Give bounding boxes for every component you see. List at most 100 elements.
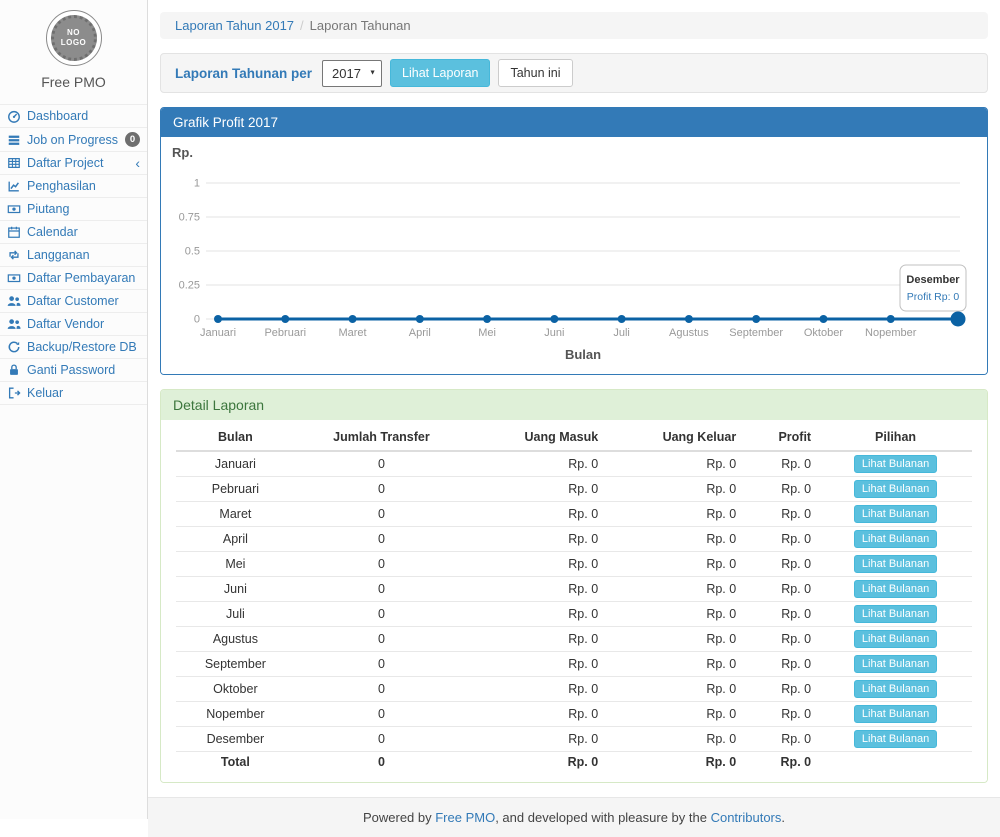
breadcrumb-link-laporan-tahun[interactable]: Laporan Tahun 2017 [175, 18, 294, 33]
sidebar-item-keluar[interactable]: Keluar [0, 382, 147, 405]
lihat-bulanan-button[interactable]: Lihat Bulanan [854, 580, 937, 598]
svg-text:Profit Rp: 0: Profit Rp: 0 [907, 291, 960, 303]
cell-jumlah-transfer: 0 [295, 677, 468, 702]
sidebar-item-langganan[interactable]: Langganan [0, 244, 147, 267]
cell-jumlah-transfer: 0 [295, 527, 468, 552]
sidebar-item-label: Ganti Password [27, 363, 115, 377]
lihat-bulanan-button[interactable]: Lihat Bulanan [854, 555, 937, 573]
lihat-bulanan-button[interactable]: Lihat Bulanan [854, 480, 937, 498]
cell-profit: Rp. 0 [744, 577, 819, 602]
cell-pilihan: Lihat Bulanan [819, 702, 972, 727]
dashboard-icon [7, 109, 21, 123]
sidebar-item-daftar-vendor[interactable]: Daftar Vendor [0, 313, 147, 336]
sidebar-item-label: Piutang [27, 202, 69, 216]
data-point[interactable] [214, 315, 222, 323]
svg-text:Maret: Maret [338, 327, 366, 339]
column-header-bulan: Bulan [176, 424, 295, 451]
sidebar: NO LOGO Free PMO DashboardJob on Progres… [0, 0, 148, 819]
svg-text:0: 0 [194, 314, 200, 326]
cell-bulan: Maret [176, 502, 295, 527]
report-table-body: Januari0Rp. 0Rp. 0Rp. 0Lihat BulananPebr… [176, 451, 972, 772]
sidebar-item-piutang[interactable]: Piutang [0, 198, 147, 221]
cell-pilihan: Lihat Bulanan [819, 527, 972, 552]
cell-uang-masuk: Rp. 0 [468, 451, 606, 477]
sidebar-item-daftar-customer[interactable]: Daftar Customer [0, 290, 147, 313]
data-point[interactable] [416, 315, 424, 323]
sidebar-item-calendar[interactable]: Calendar [0, 221, 147, 244]
cell-pilihan: Lihat Bulanan [819, 627, 972, 652]
cell-pilihan: Lihat Bulanan [819, 727, 972, 752]
lihat-bulanan-button[interactable]: Lihat Bulanan [854, 630, 937, 648]
table-row: September0Rp. 0Rp. 0Rp. 0Lihat Bulanan [176, 652, 972, 677]
tahun-ini-button[interactable]: Tahun ini [498, 59, 572, 87]
table-row: Juli0Rp. 0Rp. 0Rp. 0Lihat Bulanan [176, 602, 972, 627]
lihat-bulanan-button[interactable]: Lihat Bulanan [854, 505, 937, 523]
chevron-left-icon: ‹ [135, 156, 140, 170]
lihat-bulanan-button[interactable]: Lihat Bulanan [854, 530, 937, 548]
cell-jumlah-transfer: 0 [295, 552, 468, 577]
contributors-link[interactable]: Contributors [711, 810, 782, 825]
sidebar-item-penghasilan[interactable]: Penghasilan [0, 175, 147, 198]
cell-bulan: Januari [176, 451, 295, 477]
lihat-bulanan-button[interactable]: Lihat Bulanan [854, 455, 937, 473]
data-point[interactable] [752, 315, 760, 323]
data-point[interactable] [618, 315, 626, 323]
sidebar-item-dashboard[interactable]: Dashboard [0, 105, 147, 128]
sidebar-item-job-on-progress[interactable]: Job on Progress0 [0, 128, 147, 152]
sidebar-item-daftar-project[interactable]: Daftar Project ‹ [0, 152, 147, 175]
sidebar-item-label: Dashboard [27, 109, 88, 123]
sidebar-item-label: Daftar Project [27, 156, 103, 170]
cell-uang-keluar: Rp. 0 [606, 552, 744, 577]
footer-period: . [781, 810, 785, 825]
lock-icon [7, 363, 21, 377]
lihat-bulanan-button[interactable]: Lihat Bulanan [854, 705, 937, 723]
table-row: April0Rp. 0Rp. 0Rp. 0Lihat Bulanan [176, 527, 972, 552]
data-point[interactable] [483, 315, 491, 323]
cell-bulan: Pebruari [176, 477, 295, 502]
sidebar-item-ganti-password[interactable]: Ganti Password [0, 359, 147, 382]
users-icon [7, 294, 21, 308]
data-point[interactable] [887, 315, 895, 323]
footer-text: Powered by [363, 810, 435, 825]
svg-text:September: September [729, 327, 783, 339]
cell-profit: Rp. 0 [744, 652, 819, 677]
svg-text:0.25: 0.25 [179, 280, 200, 292]
cell-profit: Rp. 0 [744, 552, 819, 577]
cell-uang-keluar: Rp. 0 [606, 527, 744, 552]
sidebar-item-backup-restore-db[interactable]: Backup/Restore DB [0, 336, 147, 359]
data-point[interactable] [349, 315, 357, 323]
lihat-laporan-button[interactable]: Lihat Laporan [390, 59, 490, 87]
table-total-row: Total0Rp. 0Rp. 0Rp. 0 [176, 752, 972, 773]
sidebar-item-label: Backup/Restore DB [27, 340, 137, 354]
lihat-bulanan-button[interactable]: Lihat Bulanan [854, 605, 937, 623]
table-row: Oktober0Rp. 0Rp. 0Rp. 0Lihat Bulanan [176, 677, 972, 702]
data-point[interactable] [819, 315, 827, 323]
profit-chart[interactable]: 00.250.50.751Rp.JanuariPebruariMaretApri… [167, 143, 981, 365]
svg-text:Juni: Juni [544, 327, 564, 339]
lihat-bulanan-button[interactable]: Lihat Bulanan [854, 680, 937, 698]
total-pilihan-empty [819, 752, 972, 773]
table-icon [7, 156, 21, 170]
cell-profit: Rp. 0 [744, 627, 819, 652]
cell-uang-masuk: Rp. 0 [468, 652, 606, 677]
cell-uang-masuk: Rp. 0 [468, 727, 606, 752]
report-filter-bar: Laporan Tahunan per 2017 ▼ Lihat Laporan… [160, 53, 988, 93]
cell-uang-keluar: Rp. 0 [606, 502, 744, 527]
users-icon [7, 317, 21, 331]
total-uang-keluar: Rp. 0 [606, 752, 744, 773]
data-point[interactable] [550, 315, 558, 323]
free-pmo-link[interactable]: Free PMO [435, 810, 495, 825]
data-point[interactable] [951, 312, 966, 327]
cell-pilihan: Lihat Bulanan [819, 552, 972, 577]
sign-out-icon [7, 386, 21, 400]
year-select[interactable]: 2017 [322, 60, 382, 87]
cell-profit: Rp. 0 [744, 602, 819, 627]
lihat-bulanan-button[interactable]: Lihat Bulanan [854, 730, 937, 748]
table-row: Nopember0Rp. 0Rp. 0Rp. 0Lihat Bulanan [176, 702, 972, 727]
lihat-bulanan-button[interactable]: Lihat Bulanan [854, 655, 937, 673]
table-row: Mei0Rp. 0Rp. 0Rp. 0Lihat Bulanan [176, 552, 972, 577]
data-point[interactable] [281, 315, 289, 323]
app-name: Free PMO [0, 74, 147, 90]
data-point[interactable] [685, 315, 693, 323]
sidebar-item-daftar-pembayaran[interactable]: Daftar Pembayaran [0, 267, 147, 290]
